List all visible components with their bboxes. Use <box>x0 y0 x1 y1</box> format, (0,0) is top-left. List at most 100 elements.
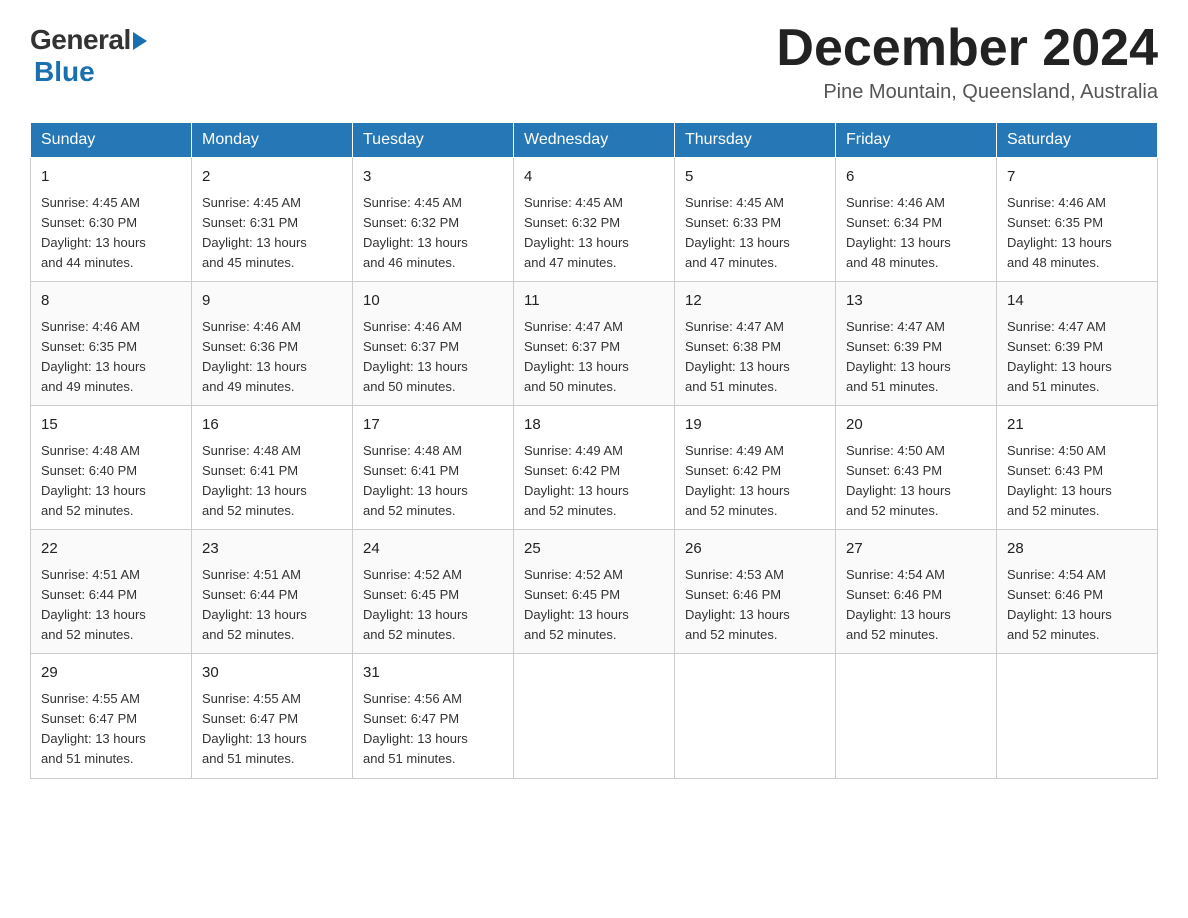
calendar-cell: 23 Sunrise: 4:51 AMSunset: 6:44 PMDayligh… <box>192 530 353 654</box>
day-info: Sunrise: 4:46 AMSunset: 6:36 PMDaylight:… <box>202 317 342 398</box>
calendar-cell: 26Sunrise: 4:53 AMSunset: 6:46 PMDayligh… <box>675 530 836 654</box>
day-number: 27 <box>846 538 986 561</box>
day-number: 13 <box>846 290 986 313</box>
calendar-cell <box>836 654 997 778</box>
day-number: 17 <box>363 414 503 437</box>
day-info: Sunrise: 4:46 AMSunset: 6:37 PMDaylight:… <box>363 317 503 398</box>
day-number: 20 <box>846 414 986 437</box>
day-number: 29 <box>41 662 181 685</box>
day-info: Sunrise: 4:45 AMSunset: 6:32 PMDaylight:… <box>363 193 503 274</box>
day-info: Sunrise: 4:47 AMSunset: 6:39 PMDaylight:… <box>1007 317 1147 398</box>
day-number: 3 <box>363 166 503 189</box>
day-number: 8 <box>41 290 181 313</box>
calendar-cell: 27 Sunrise: 4:54 AMSunset: 6:46 PMDayligh… <box>836 530 997 654</box>
title-area: December 2024 Pine Mountain, Queensland,… <box>776 20 1158 104</box>
calendar-cell: 8 Sunrise: 4:46 AMSunset: 6:35 PMDaylight… <box>31 282 192 406</box>
day-number: 30 <box>202 662 342 685</box>
day-info: Sunrise: 4:54 AMSunset: 6:46 PMDaylight:… <box>1007 565 1147 646</box>
col-saturday: Saturday <box>997 123 1158 158</box>
calendar-cell: 25Sunrise: 4:52 AMSunset: 6:45 PMDayligh… <box>514 530 675 654</box>
calendar-cell: 5Sunrise: 4:45 AMSunset: 6:33 PMDaylight… <box>675 158 836 282</box>
col-tuesday: Tuesday <box>353 123 514 158</box>
day-number: 28 <box>1007 538 1147 561</box>
day-number: 2 <box>202 166 342 189</box>
day-number: 7 <box>1007 166 1147 189</box>
calendar-cell: 15Sunrise: 4:48 AMSunset: 6:40 PMDayligh… <box>31 406 192 530</box>
calendar-cell: 28 Sunrise: 4:54 AMSunset: 6:46 PMDayligh… <box>997 530 1158 654</box>
calendar-cell: 1 Sunrise: 4:45 AMSunset: 6:30 PMDaylight… <box>31 158 192 282</box>
col-friday: Friday <box>836 123 997 158</box>
day-info: Sunrise: 4:53 AMSunset: 6:46 PMDaylight:… <box>685 565 825 646</box>
day-info: Sunrise: 4:45 AMSunset: 6:30 PMDaylight:… <box>41 193 181 274</box>
day-number: 9 <box>202 290 342 313</box>
day-number: 10 <box>363 290 503 313</box>
calendar-cell: 14 Sunrise: 4:47 AMSunset: 6:39 PMDayligh… <box>997 282 1158 406</box>
calendar-cell: 9 Sunrise: 4:46 AMSunset: 6:36 PMDaylight… <box>192 282 353 406</box>
calendar-cell: 3 Sunrise: 4:45 AMSunset: 6:32 PMDaylight… <box>353 158 514 282</box>
day-number: 12 <box>685 290 825 313</box>
day-info: Sunrise: 4:55 AMSunset: 6:47 PMDaylight:… <box>202 689 342 770</box>
calendar-cell: 6 Sunrise: 4:46 AMSunset: 6:34 PMDaylight… <box>836 158 997 282</box>
day-number: 16 <box>202 414 342 437</box>
day-number: 23 <box>202 538 342 561</box>
calendar-cell: 24 Sunrise: 4:52 AMSunset: 6:45 PMDayligh… <box>353 530 514 654</box>
day-number: 24 <box>363 538 503 561</box>
calendar-cell: 13 Sunrise: 4:47 AMSunset: 6:39 PMDayligh… <box>836 282 997 406</box>
day-info: Sunrise: 4:46 AMSunset: 6:35 PMDaylight:… <box>41 317 181 398</box>
day-info: Sunrise: 4:47 AMSunset: 6:38 PMDaylight:… <box>685 317 825 398</box>
calendar-header-row: Sunday Monday Tuesday Wednesday Thursday… <box>31 123 1158 158</box>
day-info: Sunrise: 4:46 AMSunset: 6:34 PMDaylight:… <box>846 193 986 274</box>
day-info: Sunrise: 4:51 AMSunset: 6:44 PMDaylight:… <box>202 565 342 646</box>
day-info: Sunrise: 4:45 AMSunset: 6:31 PMDaylight:… <box>202 193 342 274</box>
col-thursday: Thursday <box>675 123 836 158</box>
day-info: Sunrise: 4:55 AMSunset: 6:47 PMDaylight:… <box>41 689 181 770</box>
day-info: Sunrise: 4:50 AMSunset: 6:43 PMDaylight:… <box>1007 441 1147 522</box>
day-info: Sunrise: 4:45 AMSunset: 6:32 PMDaylight:… <box>524 193 664 274</box>
day-info: Sunrise: 4:49 AMSunset: 6:42 PMDaylight:… <box>524 441 664 522</box>
calendar-cell: 29 Sunrise: 4:55 AMSunset: 6:47 PMDayligh… <box>31 654 192 778</box>
day-number: 11 <box>524 290 664 313</box>
day-info: Sunrise: 4:47 AMSunset: 6:39 PMDaylight:… <box>846 317 986 398</box>
calendar-cell: 4 Sunrise: 4:45 AMSunset: 6:32 PMDaylight… <box>514 158 675 282</box>
calendar-week-row: 22Sunrise: 4:51 AMSunset: 6:44 PMDayligh… <box>31 530 1158 654</box>
calendar-cell <box>675 654 836 778</box>
day-info: Sunrise: 4:46 AMSunset: 6:35 PMDaylight:… <box>1007 193 1147 274</box>
day-number: 15 <box>41 414 181 437</box>
day-number: 25 <box>524 538 664 561</box>
day-info: Sunrise: 4:49 AMSunset: 6:42 PMDaylight:… <box>685 441 825 522</box>
month-title: December 2024 <box>776 20 1158 77</box>
calendar-cell: 21Sunrise: 4:50 AMSunset: 6:43 PMDayligh… <box>997 406 1158 530</box>
day-info: Sunrise: 4:51 AMSunset: 6:44 PMDaylight:… <box>41 565 181 646</box>
calendar-cell: 16Sunrise: 4:48 AMSunset: 6:41 PMDayligh… <box>192 406 353 530</box>
calendar-cell <box>514 654 675 778</box>
calendar-cell: 10 Sunrise: 4:46 AMSunset: 6:37 PMDayligh… <box>353 282 514 406</box>
day-info: Sunrise: 4:52 AMSunset: 6:45 PMDaylight:… <box>363 565 503 646</box>
calendar-cell: 7 Sunrise: 4:46 AMSunset: 6:35 PMDaylight… <box>997 158 1158 282</box>
logo-general-text: General <box>30 24 131 56</box>
day-info: Sunrise: 4:48 AMSunset: 6:41 PMDaylight:… <box>363 441 503 522</box>
calendar-cell: 19 Sunrise: 4:49 AMSunset: 6:42 PMDayligh… <box>675 406 836 530</box>
day-number: 1 <box>41 166 181 189</box>
col-wednesday: Wednesday <box>514 123 675 158</box>
calendar-week-row: 1 Sunrise: 4:45 AMSunset: 6:30 PMDaylight… <box>31 158 1158 282</box>
calendar-cell <box>997 654 1158 778</box>
day-number: 14 <box>1007 290 1147 313</box>
calendar-cell: 31 Sunrise: 4:56 AMSunset: 6:47 PMDayligh… <box>353 654 514 778</box>
page-header: General Blue December 2024 Pine Mountain… <box>30 20 1158 104</box>
calendar-cell: 17 Sunrise: 4:48 AMSunset: 6:41 PMDayligh… <box>353 406 514 530</box>
calendar-cell: 22Sunrise: 4:51 AMSunset: 6:44 PMDayligh… <box>31 530 192 654</box>
col-monday: Monday <box>192 123 353 158</box>
logo: General Blue <box>30 20 147 88</box>
calendar-week-row: 8 Sunrise: 4:46 AMSunset: 6:35 PMDaylight… <box>31 282 1158 406</box>
calendar-table: Sunday Monday Tuesday Wednesday Thursday… <box>30 122 1158 778</box>
calendar-cell: 11Sunrise: 4:47 AMSunset: 6:37 PMDayligh… <box>514 282 675 406</box>
day-number: 31 <box>363 662 503 685</box>
logo-triangle-icon <box>133 32 147 50</box>
day-number: 5 <box>685 166 825 189</box>
calendar-week-row: 15Sunrise: 4:48 AMSunset: 6:40 PMDayligh… <box>31 406 1158 530</box>
day-info: Sunrise: 4:54 AMSunset: 6:46 PMDaylight:… <box>846 565 986 646</box>
day-number: 19 <box>685 414 825 437</box>
day-info: Sunrise: 4:56 AMSunset: 6:47 PMDaylight:… <box>363 689 503 770</box>
day-number: 6 <box>846 166 986 189</box>
day-number: 4 <box>524 166 664 189</box>
